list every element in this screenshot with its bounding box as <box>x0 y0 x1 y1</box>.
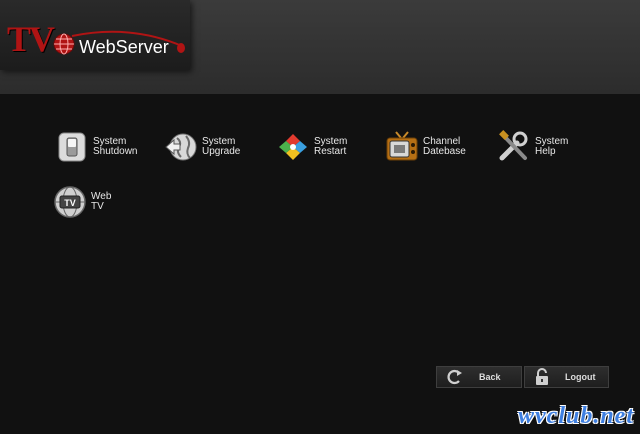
logo-webserver-text: WebServer <box>79 37 169 57</box>
logo[interactable]: TV WebServer <box>0 0 190 70</box>
menu-system-help[interactable]: System Help <box>497 130 568 164</box>
logout-button[interactable]: Logout <box>524 366 609 388</box>
menu-label-line2: Upgrade <box>202 146 241 157</box>
menu-label-line2: TV <box>91 201 104 212</box>
menu-web-tv[interactable]: TV Web TV <box>53 185 111 219</box>
menu-system-shutdown[interactable]: System Shutdown <box>55 130 137 164</box>
logout-button-label: Logout <box>565 372 596 382</box>
unlock-icon <box>536 368 548 385</box>
menu-label-line2: Help <box>535 146 556 157</box>
retro-tv-icon <box>386 131 418 161</box>
back-button[interactable]: Back <box>436 366 522 388</box>
web-tv-globe-icon: TV <box>54 186 86 218</box>
menu-channel-database[interactable]: Channel Datebase <box>385 130 466 164</box>
menu-system-restart[interactable]: System Restart <box>276 130 347 164</box>
back-arrow-icon <box>447 369 462 385</box>
back-button-label: Back <box>479 372 501 382</box>
menu-label-line2: Restart <box>314 146 347 157</box>
tools-icon <box>499 130 528 161</box>
watermark: wvclub.net <box>518 403 634 429</box>
logo-globe-icon <box>53 33 75 55</box>
header-bar: TV WebServer <box>0 0 640 94</box>
menu-label-line2: Shutdown <box>93 146 138 157</box>
restart-diamond-icon <box>279 134 307 160</box>
svg-text:TV: TV <box>64 198 76 208</box>
power-switch-icon <box>58 132 86 162</box>
globe-upgrade-icon <box>165 133 197 161</box>
menu-system-upgrade[interactable]: System Upgrade <box>164 130 240 164</box>
logo-tv-text: TV <box>7 19 55 59</box>
menu-label-line2: Datebase <box>423 146 466 157</box>
